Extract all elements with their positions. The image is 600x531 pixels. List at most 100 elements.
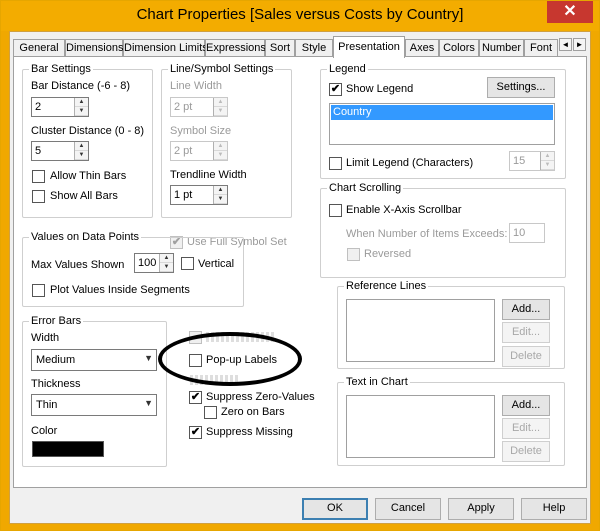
width-select[interactable]: Medium ▼ (31, 349, 157, 371)
cluster-distance-value: 5 (35, 145, 42, 157)
text-in-chart-list[interactable] (346, 395, 495, 458)
max-values-spinner[interactable]: 100 ▲ ▼ (134, 253, 174, 273)
reference-lines-group: Reference Lines Add... Edit... Delete (337, 279, 565, 369)
popup-labels-checkbox[interactable] (189, 354, 202, 367)
width-label: Width (31, 332, 60, 344)
enable-scrollbar-checkbox[interactable] (329, 204, 342, 217)
values-on-points-title: Values on Data Points (29, 230, 142, 244)
spin-up-icon[interactable]: ▲ (214, 142, 227, 151)
bar-distance-spinner[interactable]: 2 ▲ ▼ (31, 97, 89, 117)
show-legend-checkbox[interactable]: ✔ (329, 83, 342, 96)
help-button[interactable]: Help (521, 498, 587, 520)
legend-title: Legend (327, 62, 368, 76)
presentation-panel: Bar Settings Bar Distance (-6 - 8) 2 ▲ ▼ … (13, 56, 587, 488)
text-in-chart-title: Text in Chart (344, 375, 410, 389)
reference-add-button[interactable]: Add... (502, 299, 550, 320)
legend-settings-button[interactable]: Settings... (487, 77, 555, 98)
chart-scrolling-title: Chart Scrolling (327, 181, 404, 195)
tab-style[interactable]: Style (295, 39, 333, 57)
reversed-checkbox[interactable] (347, 248, 360, 261)
spin-up-icon[interactable]: ▲ (214, 186, 227, 195)
tab-general[interactable]: General (13, 39, 65, 57)
zero-on-bars-checkbox[interactable] (204, 406, 217, 419)
spin-up-icon[interactable]: ▲ (75, 98, 88, 107)
error-bars-title: Error Bars (29, 314, 84, 328)
tab-dimensions[interactable]: Dimensions (65, 39, 123, 57)
plot-inside-label: Plot Values Inside Segments (50, 284, 190, 296)
cancel-button[interactable]: Cancel (375, 498, 441, 520)
suppress-missing-label: Suppress Missing (206, 426, 293, 438)
spin-up-icon[interactable]: ▲ (541, 152, 554, 161)
show-all-bars-label: Show All Bars (50, 190, 118, 202)
allow-thin-bars-checkbox[interactable] (32, 170, 45, 183)
spin-down-icon[interactable]: ▼ (214, 151, 227, 160)
limit-legend-checkbox[interactable] (329, 157, 342, 170)
plot-inside-checkbox[interactable] (32, 284, 45, 297)
show-all-bars-checkbox[interactable] (32, 190, 45, 203)
trendline-width-label: Trendline Width (170, 169, 247, 181)
spin-up-icon[interactable]: ▲ (160, 254, 173, 263)
legend-list-item[interactable]: Country (331, 105, 553, 120)
obscured-checkbox[interactable] (189, 331, 202, 344)
spin-down-icon[interactable]: ▼ (75, 107, 88, 116)
spin-up-icon[interactable]: ▲ (75, 142, 88, 151)
popup-labels-label: Pop-up Labels (206, 354, 277, 366)
items-exceeds-input[interactable]: 10 (509, 223, 545, 243)
cluster-distance-label: Cluster Distance (0 - 8) (31, 125, 145, 137)
text-delete-button[interactable]: Delete (502, 441, 550, 462)
line-width-spinner[interactable]: 2 pt ▲ ▼ (170, 97, 228, 117)
suppress-zero-label: Suppress Zero-Values (206, 391, 315, 403)
color-swatch[interactable] (32, 441, 104, 457)
symbol-size-label: Symbol Size (170, 125, 232, 137)
tab-presentation[interactable]: Presentation (333, 36, 405, 58)
vertical-checkbox[interactable] (181, 257, 194, 270)
tab-axes[interactable]: Axes (405, 39, 439, 57)
chevron-down-icon: ▼ (144, 353, 153, 363)
symbol-size-value: 2 pt (174, 145, 193, 157)
spin-down-icon[interactable]: ▼ (75, 151, 88, 160)
chevron-down-icon: ▼ (144, 398, 153, 408)
tab-scroll-left-icon[interactable]: ◄ (559, 38, 572, 51)
width-value: Medium (36, 354, 76, 366)
legend-list[interactable]: Country (329, 103, 555, 145)
tab-colors[interactable]: Colors (439, 39, 479, 57)
spin-up-icon[interactable]: ▲ (214, 98, 227, 107)
text-edit-button[interactable]: Edit... (502, 418, 550, 439)
spin-down-icon[interactable]: ▼ (541, 161, 554, 170)
trendline-width-spinner[interactable]: 1 pt ▲ ▼ (170, 185, 228, 205)
suppress-missing-checkbox[interactable]: ✔ (189, 426, 202, 439)
reversed-label: Reversed (364, 248, 412, 260)
reference-edit-button[interactable]: Edit... (502, 322, 550, 343)
obscured-label (206, 332, 276, 342)
zero-on-bars-label: Zero on Bars (221, 406, 285, 418)
reference-lines-list[interactable] (346, 299, 495, 362)
thickness-value: Thin (36, 399, 58, 411)
chart-scrolling-group: Chart Scrolling Enable X-Axis Scrollbar … (320, 181, 566, 278)
ok-button[interactable]: OK (302, 498, 368, 520)
apply-button[interactable]: Apply (448, 498, 514, 520)
enable-scrollbar-label: Enable X-Axis Scrollbar (346, 204, 462, 216)
spin-down-icon[interactable]: ▼ (214, 195, 227, 204)
close-button[interactable]: ✕ (547, 1, 593, 23)
line-width-value: 2 pt (174, 101, 193, 113)
title-bar: Chart Properties [Sales versus Costs by … (1, 1, 599, 31)
suppress-zero-checkbox[interactable]: ✔ (189, 391, 202, 404)
spin-down-icon[interactable]: ▼ (160, 263, 173, 272)
cluster-distance-spinner[interactable]: 5 ▲ ▼ (31, 141, 89, 161)
tab-sort[interactable]: Sort (265, 39, 295, 57)
tab-font[interactable]: Font (524, 39, 558, 57)
tab-scroll-right-icon[interactable]: ► (573, 38, 586, 51)
symbol-size-spinner[interactable]: 2 pt ▲ ▼ (170, 141, 228, 161)
color-label: Color (31, 425, 58, 437)
text-add-button[interactable]: Add... (502, 395, 550, 416)
spin-down-icon[interactable]: ▼ (214, 107, 227, 116)
tab-dimension-limits[interactable]: Dimension Limits (123, 39, 208, 57)
thickness-select[interactable]: Thin ▼ (31, 394, 157, 416)
limit-legend-spinner[interactable]: 15 ▲ ▼ (509, 151, 555, 171)
reference-delete-button[interactable]: Delete (502, 346, 550, 367)
tab-expressions[interactable]: Expressions (205, 39, 266, 57)
items-exceeds-value: 10 (513, 227, 526, 239)
limit-legend-label: Limit Legend (Characters) (346, 157, 474, 169)
tab-number[interactable]: Number (479, 39, 524, 57)
window-title: Chart Properties [Sales versus Costs by … (136, 6, 464, 23)
